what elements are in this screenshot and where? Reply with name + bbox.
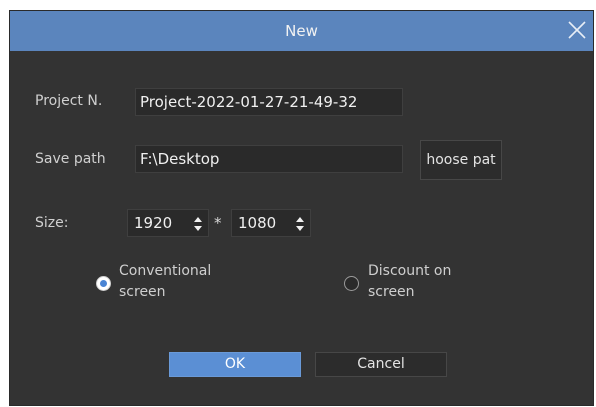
radio-selected-dot [100, 280, 107, 287]
dialog-title: New [285, 22, 318, 40]
close-button[interactable] [563, 16, 591, 44]
discount-on-screen-label[interactable]: Discount on screen [368, 261, 498, 299]
ok-button[interactable]: OK [169, 352, 301, 377]
save-path-input[interactable]: F:\Desktop [135, 145, 403, 173]
height-value: 1080 [238, 214, 277, 232]
project-name-input[interactable]: Project-2022-01-27-21-49-32 [135, 88, 403, 116]
size-separator: * [214, 214, 222, 232]
discount-on-screen-radio[interactable] [344, 276, 359, 291]
choose-path-button[interactable]: hoose pat [420, 140, 502, 180]
title-bar: New [10, 11, 593, 51]
new-project-dialog: New Project N. Project-2022-01-27-21-49-… [9, 10, 594, 406]
width-stepper[interactable]: 1920 [127, 209, 209, 237]
cancel-button[interactable]: Cancel [315, 352, 447, 377]
conventional-screen-label[interactable]: Conventional screen [119, 261, 249, 299]
conventional-screen-radio[interactable] [96, 276, 111, 291]
width-stepper-arrows-icon[interactable] [193, 216, 203, 232]
close-icon [568, 21, 586, 39]
size-label: Size: [35, 215, 69, 231]
project-name-label: Project N. [35, 93, 103, 109]
height-stepper-arrows-icon[interactable] [295, 216, 305, 232]
height-stepper[interactable]: 1080 [231, 209, 311, 237]
width-value: 1920 [134, 214, 173, 232]
save-path-label: Save path [35, 151, 106, 167]
